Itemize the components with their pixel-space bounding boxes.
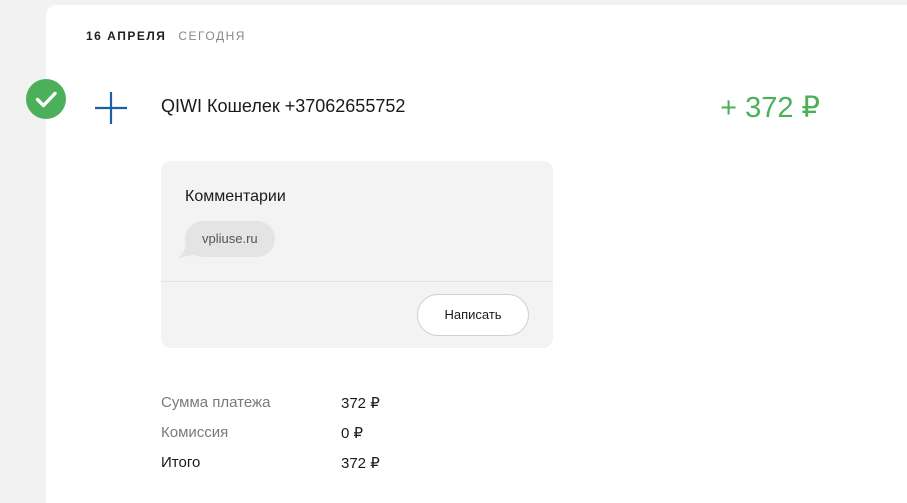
comments-title: Комментарии xyxy=(185,188,286,205)
comment-bubble: vpliuse.ru xyxy=(185,221,275,257)
comments-panel: Комментарии vpliuse.ru Написать xyxy=(161,161,553,348)
transaction-title: QIWI Кошелек +37062655752 xyxy=(161,96,406,116)
check-icon xyxy=(35,91,57,108)
sum-value: 372 ₽ xyxy=(341,395,380,412)
transaction-page: 16 АПРЕЛЯ СЕГОДНЯ QIWI Кошелек +370626557… xyxy=(0,0,907,503)
write-comment-button[interactable]: Написать xyxy=(417,294,529,336)
fee-value: 0 ₽ xyxy=(341,425,364,442)
date-header: 16 АПРЕЛЯ СЕГОДНЯ xyxy=(86,29,246,43)
date-label: 16 АПРЕЛЯ xyxy=(86,29,167,43)
sum-label: Сумма платежа xyxy=(161,394,271,411)
total-value: 372 ₽ xyxy=(341,455,380,472)
transaction-amount: + 372 ₽ xyxy=(720,92,820,124)
fee-label: Комиссия xyxy=(161,424,229,441)
date-relative-label: СЕГОДНЯ xyxy=(178,29,246,43)
total-label: Итого xyxy=(161,454,201,471)
comments-divider xyxy=(161,281,553,282)
status-success-badge xyxy=(26,79,66,119)
plus-icon xyxy=(95,92,127,124)
